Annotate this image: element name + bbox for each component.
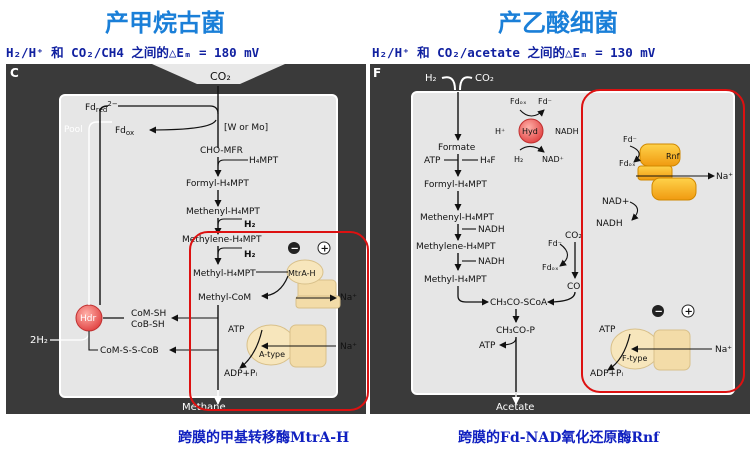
right-atp-3: ATP (599, 325, 616, 335)
left-methyl-h4mpt: Methyl-H₄MPT (193, 269, 256, 279)
right-fd-red-c: Fd⁻ (623, 135, 637, 144)
right-methenyl: Methenyl-H₄MPT (420, 213, 494, 223)
hdr-label: Hdr (80, 314, 96, 324)
left-panel-letter: C (10, 66, 19, 80)
right-fd-ox-c: Fdₒₓ (619, 159, 636, 168)
rnf-label: Rnf (666, 152, 680, 161)
right-h4f: H₄F (480, 156, 496, 166)
right-co2: CO₂ (475, 73, 494, 84)
a-type-label: A-type (259, 350, 285, 359)
right-formyl: Formyl-H₄MPT (424, 180, 487, 190)
right-caption: 跨膜的Fd-NAD氧化还原酶Rnf (458, 430, 660, 446)
hyd-label: Hyd (522, 127, 538, 136)
right-h2: H₂ (425, 73, 437, 84)
left-methane: Methane (182, 402, 226, 413)
left-minus-text: − (291, 244, 299, 255)
left-panel: C CO₂ Fdred2− Fdox [W or Mo] Pool CHO-MF… (6, 64, 369, 414)
right-adp: ADP+Pᵢ (590, 369, 623, 379)
right-atp-1: ATP (424, 156, 441, 166)
right-nadh-c: NADH (478, 257, 505, 267)
right-co2-b: CO₂ (565, 231, 582, 241)
right-methyl: Methyl-H₄MPT (424, 275, 487, 285)
left-co2-label: CO₂ (210, 70, 231, 83)
left-formyl: Formyl-H₄MPT (186, 179, 249, 189)
left-h4mpt: H₄MPT (249, 156, 279, 166)
right-nadh-a: NADH (555, 127, 579, 136)
right-formate: Formate (438, 143, 476, 153)
pathway-figure: C CO₂ Fdred2− Fdox [W or Mo] Pool CHO-MF… (6, 64, 750, 414)
left-h2-a: H₂ (244, 220, 256, 230)
left-comscob: CoM-S-S-CoB (100, 346, 159, 356)
right-nad-a: NAD⁺ (542, 155, 564, 164)
left-na-2: Na⁺ (340, 342, 357, 352)
right-h2-b: H₂ (514, 155, 523, 164)
left-com-sh: CoM-SH (131, 309, 166, 319)
left-adp: ADP+Pᵢ (224, 369, 257, 379)
left-methyl-com: Methyl-CoM (198, 293, 251, 303)
right-fd-ox-b: Fdₒₓ (542, 263, 559, 272)
left-methenyl: Methenyl-H₄MPT (186, 207, 260, 217)
right-fd-ox-a: Fdₒₓ (510, 97, 527, 106)
right-plus-text: + (685, 307, 693, 318)
left-atp: ATP (228, 325, 245, 335)
right-panel: F H₂ CO₂ Hyd Fdₒₓ Fd⁻ H⁺ NADH H₂ NAD⁺ Fo… (370, 64, 750, 414)
left-2h2: 2H₂ (30, 335, 48, 346)
right-fd-red-a: Fd⁻ (538, 97, 552, 106)
right-na-1: Na⁺ (716, 172, 733, 182)
right-minus-text: − (655, 307, 663, 318)
left-na-1: Na⁺ (340, 293, 357, 303)
left-pool: Pool (64, 125, 83, 135)
right-atp-2: ATP (479, 341, 496, 351)
right-nad-b: NAD+ (602, 197, 629, 207)
left-cho-mfr: CHO-MFR (200, 146, 243, 156)
right-acetate: Acetate (496, 402, 534, 413)
left-w-mo: [W or Mo] (224, 123, 268, 133)
right-panel-letter: F (373, 66, 381, 80)
mtra-label: MtrA-H (288, 269, 316, 278)
right-co: CO (567, 282, 580, 292)
right-hplus: H⁺ (495, 127, 505, 136)
left-h2-b: H₂ (244, 250, 256, 260)
right-nadh-d: NADH (596, 219, 623, 229)
f-type-label: F-type (622, 354, 647, 363)
left-cob-sh: CoB-SH (131, 320, 165, 330)
right-fd-red-b: Fd⁻ (548, 239, 562, 248)
left-caption: 跨膜的甲基转移酶MtrA-H (178, 430, 350, 446)
right-nadh-b: NADH (478, 225, 505, 235)
left-plus-text: + (321, 244, 329, 255)
right-acetyl-coa: CH₃CO-SCoA (490, 298, 548, 308)
right-na-2: Na⁺ (715, 345, 732, 355)
right-methylene: Methylene-H₄MPT (416, 242, 496, 252)
right-acetyl-p: CH₃CO-P (496, 326, 536, 336)
